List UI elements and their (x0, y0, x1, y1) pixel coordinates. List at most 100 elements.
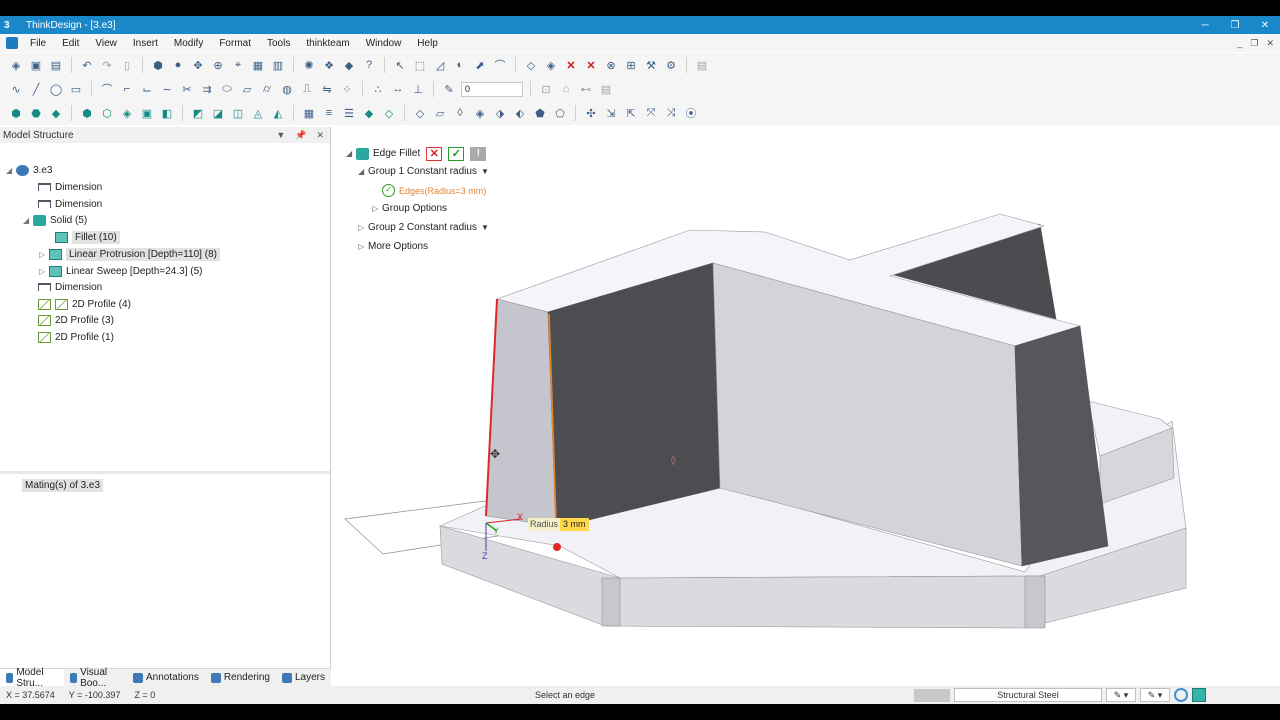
tab-layers[interactable]: Layers (276, 669, 331, 687)
plane-icon[interactable]: ◇ (412, 105, 428, 121)
edges-row[interactable]: ✓ Edges(Radius=3 mm) (382, 182, 486, 199)
menu-thinkteam[interactable]: thinkteam (298, 38, 357, 49)
edge-fillet-icon[interactable]: ◩ (190, 105, 206, 121)
box-select-icon[interactable]: ⬚ (412, 57, 428, 73)
dimension-icon[interactable]: ↔ (390, 81, 406, 97)
erase-icon[interactable]: ◇ (523, 57, 539, 73)
point-icon[interactable]: ∴ (370, 81, 386, 97)
pattern-icon[interactable]: ⁘ (339, 81, 355, 97)
analysis-tool-icon[interactable]: ⦿ (683, 105, 699, 121)
ok-button[interactable]: ✓ (448, 146, 465, 161)
left-side-face[interactable] (485, 298, 557, 527)
help-cursor-icon[interactable]: ? (361, 57, 377, 73)
boolean-intersect-icon[interactable]: ◈ (119, 105, 135, 121)
chamfer-icon[interactable]: ◪ (210, 105, 226, 121)
menu-help[interactable]: Help (409, 38, 446, 49)
dropdown-icon[interactable]: ▼ (481, 167, 489, 176)
patch-icon[interactable]: ⬠ (552, 105, 568, 121)
feature-edit-icon[interactable]: ◇ (381, 105, 397, 121)
more-options-row[interactable]: ▷ More Options (358, 238, 428, 255)
tree-item-mating[interactable]: Mating(s) of 3.e3 (22, 479, 104, 492)
group-1-row[interactable]: ◢ Group 1 Constant radius ▼ (358, 163, 489, 180)
line-style-dropdown[interactable]: ✎ ▾ (1106, 688, 1136, 702)
panel-dropdown-icon[interactable]: ▼ (276, 130, 285, 141)
collapse-icon[interactable]: ◢ (346, 149, 356, 158)
copy-format-icon[interactable]: ▤ (598, 81, 614, 97)
undo-icon[interactable]: ↶ (79, 57, 95, 73)
analysis-icon[interactable]: ⊞ (623, 57, 639, 73)
line-width-dropdown[interactable]: ✎ ▾ (1140, 688, 1170, 702)
shell-icon[interactable]: ▣ (139, 105, 155, 121)
property-icon[interactable]: ⊡ (538, 81, 554, 97)
snap-icon[interactable]: ⌒ (492, 57, 508, 73)
layers-stack-icon[interactable]: ☰ (341, 105, 357, 121)
delete-icon[interactable]: ✕ (563, 57, 579, 73)
expand-icon[interactable]: ▷ (39, 267, 49, 276)
transform-icon[interactable]: ✣ (583, 105, 599, 121)
radius-input-tag[interactable]: Radius 3 mm (528, 518, 589, 531)
display-mode-icon[interactable] (1192, 688, 1206, 702)
expand-icon[interactable]: ▷ (39, 250, 49, 259)
tree-item-dimension[interactable]: Dimension (38, 279, 102, 295)
pin-icon[interactable]: 📌 (295, 130, 306, 141)
collapse-icon[interactable]: ◢ (6, 166, 16, 175)
mirror-icon[interactable]: ⇋ (319, 81, 335, 97)
edge-point-handle[interactable] (553, 543, 561, 551)
tree-item-linear-protrusion[interactable]: ▷ Linear Protrusion [Depth=110] (8) (39, 246, 220, 262)
expand-icon[interactable]: ▷ (358, 242, 368, 251)
collapse-icon[interactable]: ◢ (358, 167, 368, 176)
hole-icon[interactable]: ◫ (230, 105, 246, 121)
tab-visual-book[interactable]: Visual Boo... (64, 667, 127, 689)
solid-box-icon[interactable]: ⬢ (8, 105, 24, 121)
polyline-icon[interactable]: ⌙ (139, 81, 155, 97)
draft-icon[interactable]: ◧ (159, 105, 175, 121)
face-select-icon[interactable]: ▦ (301, 105, 317, 121)
style-icon[interactable]: ⌂ (558, 81, 574, 97)
menu-insert[interactable]: Insert (125, 38, 166, 49)
tab-annotations[interactable]: Annotations (127, 669, 205, 687)
solid-revolve-icon[interactable]: ◆ (48, 105, 64, 121)
sphere-icon[interactable]: ● (170, 57, 186, 73)
tree-item-2d-profile[interactable]: 2D Profile (1) (38, 329, 114, 345)
tree-item-linear-sweep[interactable]: ▷ Linear Sweep [Depth=24.3] (5) (39, 263, 202, 279)
pick-icon[interactable]: ⬈ (472, 57, 488, 73)
shape-icon[interactable]: ⬟ (532, 105, 548, 121)
menu-file[interactable]: File (22, 38, 54, 49)
minimize-button[interactable]: ─ (1190, 20, 1220, 31)
group-2-row[interactable]: ▷ Group 2 Constant radius ▼ (358, 219, 489, 236)
tab-model-structure[interactable]: Model Stru... (0, 667, 64, 689)
solid-extrude-icon[interactable]: ⬣ (28, 105, 44, 121)
circle-icon[interactable]: ◯ (48, 81, 64, 97)
stack-icon[interactable]: ≡ (321, 105, 337, 121)
collapse-icon[interactable]: ◢ (23, 216, 33, 225)
tree-item-fillet[interactable]: Fillet (10) (55, 229, 120, 245)
tab-rendering[interactable]: Rendering (205, 669, 276, 687)
new-icon[interactable]: ◈ (8, 57, 24, 73)
document-icon[interactable] (6, 37, 18, 49)
boolean-union-icon[interactable]: ⬢ (79, 105, 95, 121)
tree-item-dimension[interactable]: Dimension (38, 179, 102, 195)
dropdown-icon[interactable]: ▼ (481, 223, 489, 232)
offset-icon[interactable]: ⇉ (199, 81, 215, 97)
menu-format[interactable]: Format (211, 38, 259, 49)
offset-surface-icon[interactable]: ◊ (452, 105, 468, 121)
hide-icon[interactable]: ◈ (543, 57, 559, 73)
menu-edit[interactable]: Edit (54, 38, 87, 49)
tree-item-dimension[interactable]: Dimension (38, 196, 102, 212)
curve-icon[interactable]: ∿ (8, 81, 24, 97)
redo-icon[interactable]: ↷ (99, 57, 115, 73)
move-icon[interactable]: ⇲ (603, 105, 619, 121)
loft-icon[interactable]: ◈ (472, 105, 488, 121)
material-icon[interactable]: ◆ (341, 57, 357, 73)
maximize-button[interactable]: ❐ (1220, 20, 1250, 31)
parallel-plane-icon[interactable]: ▱ (432, 105, 448, 121)
options-icon[interactable]: ▤ (694, 57, 710, 73)
tree-item-solid[interactable]: ◢ Solid (5) (23, 212, 87, 228)
settings-icon[interactable]: ⚙ (663, 57, 679, 73)
tree-item-2d-profile[interactable]: 2D Profile (3) (38, 312, 114, 328)
close-window-button[interactable]: ✕ (1250, 20, 1280, 31)
globe-icon[interactable] (1174, 688, 1188, 702)
ellipse-icon[interactable]: ⬭ (219, 81, 235, 97)
clipboard-icon[interactable]: ▯ (119, 57, 135, 73)
tree-item-root[interactable]: ◢ 3.e3 (6, 162, 52, 178)
